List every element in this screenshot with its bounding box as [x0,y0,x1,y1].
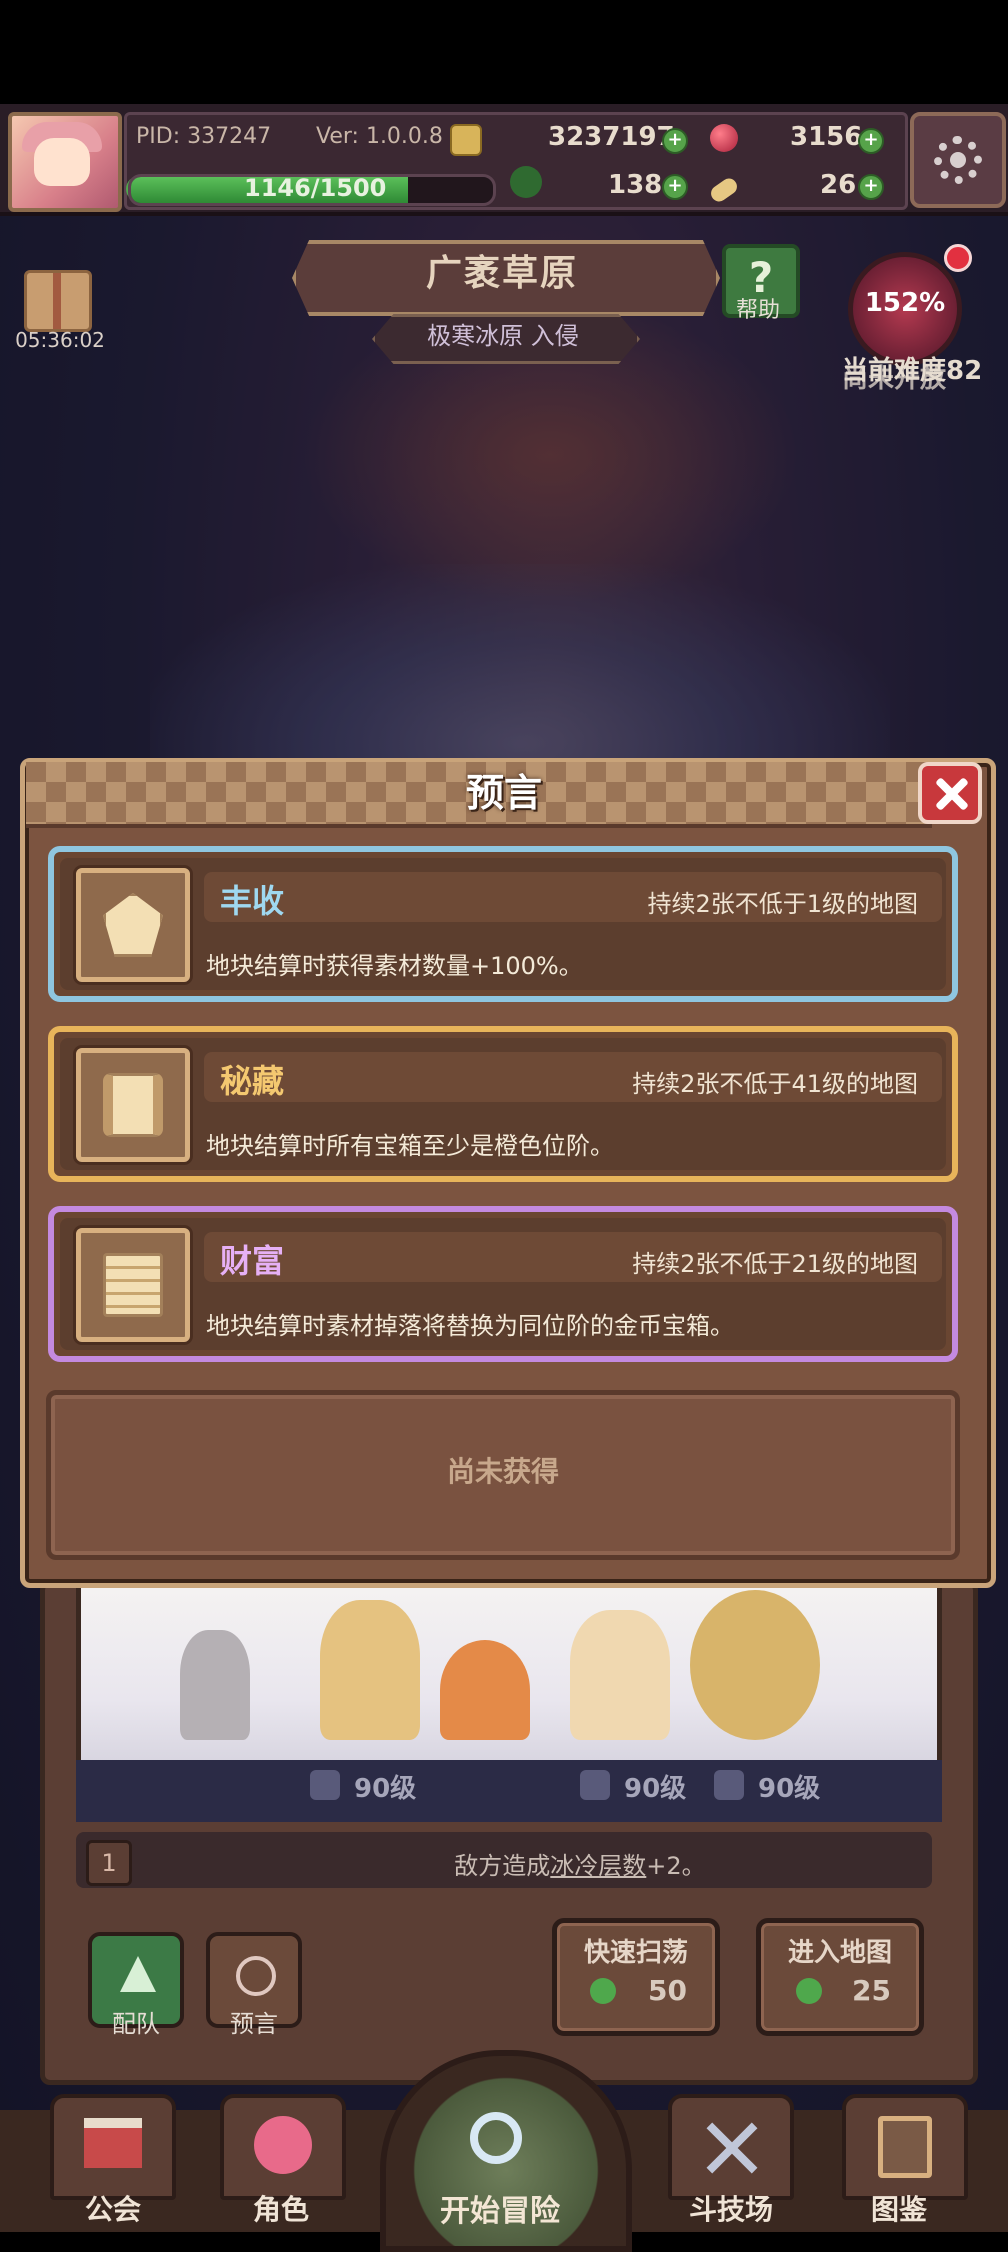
difficulty-status-text: 尚未开放 [842,364,947,394]
quick-sweep-cost: 50 [648,1974,687,2007]
book-icon [878,2116,932,2178]
player-avatar[interactable] [8,112,122,212]
nav-codex[interactable] [842,2094,968,2200]
nav-guild[interactable] [50,2094,176,2200]
prophecy-card-hidden-treasure[interactable]: 秘藏 持续2张不低于41级的地图 地块结算时所有宝箱至少是橙色位阶。 [48,1026,958,1182]
card-icon-frame [76,1048,190,1162]
skill-text-prefix: 敌方造成 [454,1852,551,1880]
hero-sprite [690,1590,820,1740]
modal-title: 预言 [465,771,542,815]
prophecy-card-wealth[interactable]: 财富 持续2张不低于21级的地图 地块结算时素材掉落将替换为同位阶的金币宝箱。 [48,1206,958,1362]
card-condition: 持续2张不低于21级的地图 [632,1250,918,1278]
card-name: 财富 [220,1242,285,1280]
nav-character-label: 角色 [252,2193,309,2226]
nav-character[interactable] [220,2094,346,2200]
hero-level: 90级 [758,1774,821,1804]
shield-icon [580,1770,610,1800]
difficulty-percent: 152% [864,288,946,318]
hero-level: 90级 [624,1774,687,1804]
stamina-text: 1146/1500 [244,174,387,202]
clover-amount: 138 [608,170,663,200]
formation-label: 配队 [112,2010,160,2038]
notification-dot [944,244,972,272]
nav-arena[interactable] [668,2094,794,2200]
clover-icon [590,1978,616,2004]
gift-timer: 05:36:02 [15,328,105,352]
card-description: 地块结算时素材掉落将替换为同位阶的金币宝箱。 [206,1312,734,1340]
crystal-ball-icon [236,1956,276,1996]
nav-guild-label: 公会 [84,2193,141,2226]
skill-keyword-link[interactable]: 冰冷层数 [550,1852,646,1880]
character-icon [254,2116,312,2174]
invasion-label: 极寒冰原 入侵 [427,322,579,350]
add-gold-button[interactable]: + [662,128,688,154]
enter-map-cost: 25 [852,1974,891,2007]
map-name: 广袤草原 [425,253,578,294]
card-description: 地块结算时所有宝箱至少是橙色位阶。 [206,1132,614,1160]
clover-icon [510,166,542,198]
scroll-icon [103,1073,163,1137]
gem-icon [710,124,738,152]
card-condition: 持续2张不低于1级的地图 [647,890,918,918]
weapon-icon [714,1770,744,1800]
guild-icon [84,2118,142,2168]
card-name: 秘藏 [220,1062,285,1100]
add-bone-button[interactable]: + [858,174,884,200]
card-condition: 持续2张不低于41级的地图 [632,1070,918,1098]
add-clover-button[interactable]: + [662,174,688,200]
card-description: 地块结算时获得素材数量+100%。 [206,952,583,980]
skill-index[interactable]: 1 [86,1840,132,1886]
card-name: 丰收 [220,882,285,920]
coin-stack-icon [103,1253,163,1317]
close-button[interactable] [918,762,982,824]
gold-amount: 3237197 [548,122,675,152]
quick-sweep-label: 快速扫荡 [583,1938,688,1968]
settings-button[interactable] [910,112,1006,208]
bone-amount: 26 [820,170,857,200]
difficulty-status: 尚未开放 [842,358,1008,395]
gift-box-icon[interactable] [24,270,92,332]
enter-map-label: 进入地图 [787,1938,892,1968]
player-id: PID: 337247 [136,124,272,149]
help-label: 帮助 [735,298,780,323]
card-icon-frame [76,1228,190,1342]
empty-slot-text: 尚未获得 [446,1455,559,1488]
hero-level: 90级 [354,1774,417,1804]
skill-description: 敌方造成冰冷层数+2。 [300,1846,860,1881]
formation-icon [120,1956,156,1992]
nav-codex-label: 图鉴 [870,2193,927,2226]
clover-icon [796,1978,822,2004]
version-label: Ver: 1.0.0.8 [316,124,443,149]
harvest-icon [103,893,163,957]
campfire-sprite [440,1640,530,1740]
gem-amount: 3156 [790,122,863,152]
hero-sprite [570,1610,670,1740]
weapon-icon [310,1770,340,1800]
hero-sprite [320,1600,420,1740]
prophecy-card-harvest[interactable]: 丰收 持续2张不低于1级的地图 地块结算时获得素材数量+100%。 [48,846,958,1002]
add-gems-button[interactable]: + [858,128,884,154]
nav-arena-label: 斗技场 [688,2193,773,2226]
skill-text-suffix: +2。 [646,1852,706,1880]
card-icon-frame [76,868,190,982]
gear-icon [934,136,982,184]
magnifier-icon [470,2112,522,2164]
gold-coin-icon [450,124,482,156]
hero-sprite [180,1630,250,1740]
start-adventure-label: 开始冒险 [440,2194,560,2229]
prophecy-label: 预言 [230,2010,278,2038]
